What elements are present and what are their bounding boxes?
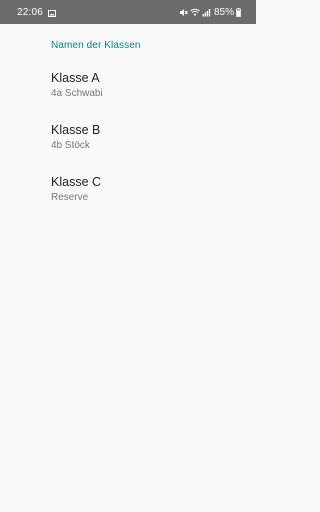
battery-percent: 85% bbox=[213, 6, 234, 18]
wifi-icon bbox=[190, 8, 200, 17]
preference-summary: 4a Schwabi bbox=[51, 88, 103, 99]
battery-icon bbox=[236, 7, 241, 17]
preference-item-klasse-c[interactable]: Klasse C Reserve bbox=[0, 173, 256, 217]
mute-icon bbox=[179, 8, 188, 17]
preference-title: Klasse B bbox=[51, 123, 101, 137]
preferences-list: Namen der Klassen Klasse A 4a Schwabi Kl… bbox=[0, 24, 256, 512]
status-bar: 22:06 85% bbox=[0, 0, 256, 24]
image-icon bbox=[48, 9, 57, 17]
preference-item-klasse-b[interactable]: Klasse B 4b Stöck bbox=[0, 121, 256, 165]
status-icons: 85% bbox=[179, 7, 241, 18]
preference-summary: 4b Stöck bbox=[51, 140, 90, 151]
status-time: 22:06 bbox=[17, 6, 44, 18]
preference-title: Klasse C bbox=[51, 175, 102, 189]
signal-icon bbox=[202, 8, 211, 17]
preference-title: Klasse A bbox=[51, 71, 100, 85]
preference-summary: Reserve bbox=[51, 192, 89, 203]
section-header: Namen der Klassen bbox=[51, 40, 141, 51]
preference-item-klasse-a[interactable]: Klasse A 4a Schwabi bbox=[0, 69, 256, 113]
